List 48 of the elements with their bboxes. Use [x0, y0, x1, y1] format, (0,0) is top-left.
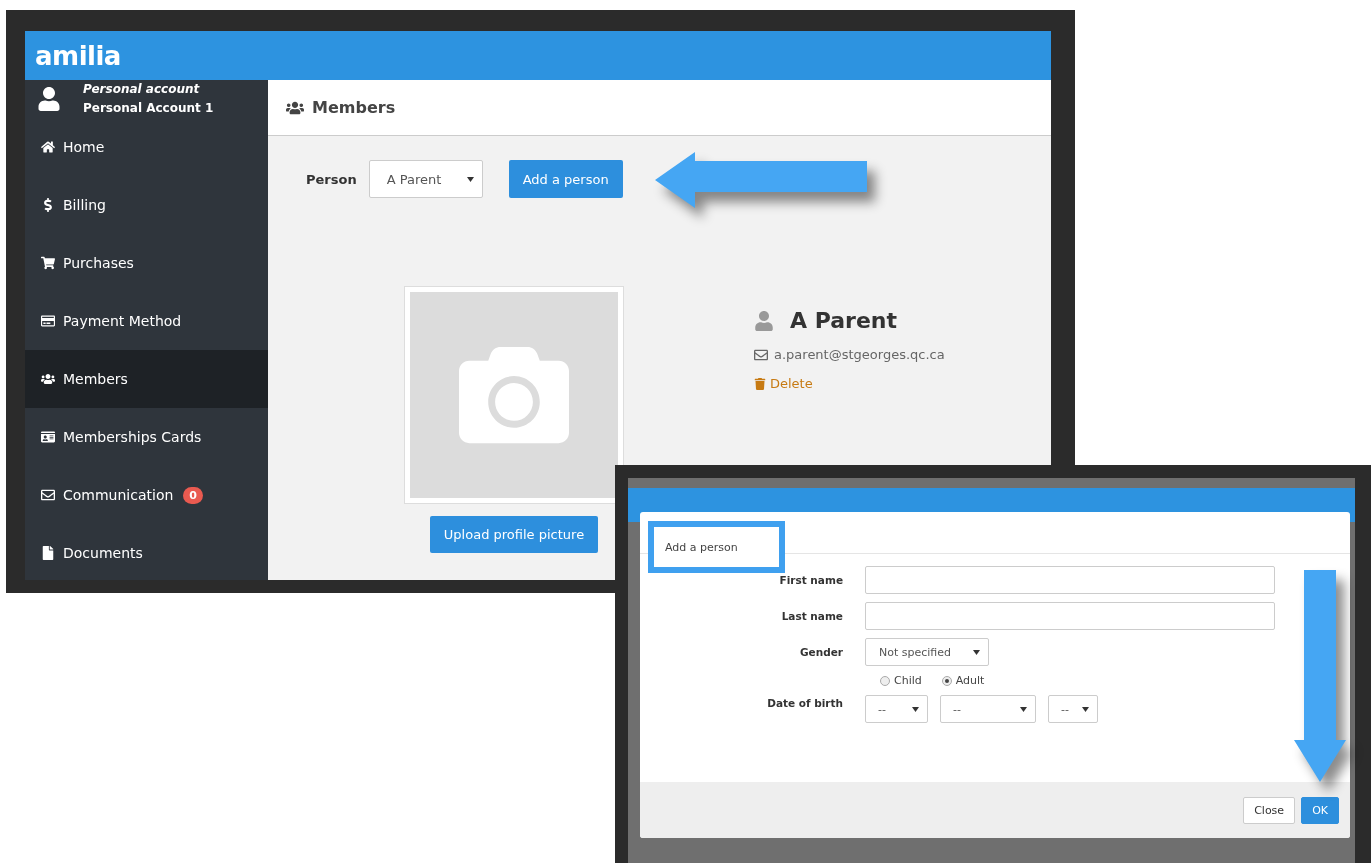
- email: a.parent@stgeorges.qc.ca: [774, 347, 945, 362]
- date-select[interactable]: --: [1048, 695, 1098, 723]
- radio-option[interactable]: Child: [880, 674, 922, 687]
- date-select[interactable]: --: [940, 695, 1036, 723]
- account-name: Personal Account 1: [83, 100, 214, 117]
- caret-icon: [1020, 706, 1027, 712]
- caret-icon: [1082, 706, 1089, 712]
- caret-icon: [466, 176, 474, 182]
- user-icon: [754, 310, 774, 331]
- page-title: Members: [312, 98, 396, 117]
- account-type: Personal account: [83, 81, 201, 98]
- file-icon: [41, 546, 55, 560]
- sidebar-item[interactable]: Memberships Cards: [25, 408, 268, 466]
- date-select[interactable]: --: [865, 695, 928, 723]
- dialog-title: Add a person: [648, 521, 785, 573]
- sidebar-item[interactable]: Communication 0: [25, 466, 268, 524]
- sidebar-item[interactable]: Purchases: [25, 234, 268, 292]
- text-field[interactable]: [865, 566, 1275, 594]
- sidebar-item[interactable]: Members: [25, 350, 268, 408]
- trash-icon: [754, 377, 766, 390]
- field-label: First name: [778, 573, 844, 586]
- person-label: Person: [306, 171, 357, 187]
- sidebar-item[interactable]: Payment Method: [25, 292, 268, 350]
- field-label: Date of birth: [766, 696, 844, 709]
- mail-icon: [41, 488, 55, 502]
- logo: amilia: [35, 40, 121, 71]
- user-icon: [37, 87, 61, 111]
- id-card-icon: [41, 430, 55, 444]
- person-select[interactable]: A Parent: [368, 160, 483, 198]
- dollar-icon: [41, 198, 55, 212]
- caret-icon: [973, 649, 980, 655]
- sidebar-item[interactable]: Billing: [25, 176, 268, 234]
- text-field[interactable]: [865, 602, 1275, 630]
- mail-icon: [754, 347, 768, 362]
- home-icon: [41, 140, 55, 154]
- field-label: Gender: [798, 645, 844, 658]
- person-name: A Parent: [790, 308, 897, 333]
- cart-icon: [41, 256, 55, 270]
- close-button[interactable]: Close: [1243, 796, 1296, 824]
- radio-option[interactable]: Adult: [941, 674, 985, 687]
- card-icon: [41, 314, 55, 328]
- sidebar-item[interactable]: Home: [25, 118, 268, 176]
- users-icon: [41, 372, 55, 386]
- count-badge: 0: [183, 486, 203, 504]
- caret-icon: [912, 706, 919, 712]
- gender-select[interactable]: Not specified: [865, 638, 989, 666]
- sidebar-item[interactable]: Documents: [25, 524, 268, 580]
- field-label: Last name: [780, 609, 844, 622]
